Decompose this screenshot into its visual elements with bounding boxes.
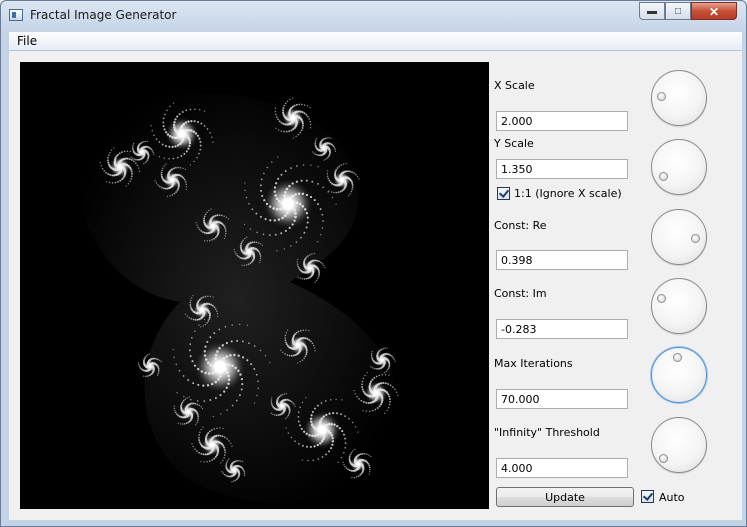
maximize-button[interactable]: □	[665, 2, 691, 20]
x-scale-input[interactable]	[496, 111, 628, 131]
app-window-icon[interactable]	[9, 9, 23, 21]
dial-notch	[657, 294, 666, 303]
window-title: Fractal Image Generator	[30, 8, 177, 22]
const-im-label: Const: Im	[494, 287, 547, 300]
fractal-canvas	[20, 62, 489, 509]
const-re-label: Const: Re	[494, 219, 547, 232]
auto-checkbox[interactable]	[641, 490, 654, 503]
auto-label: Auto	[659, 491, 685, 504]
app-window: Fractal Image Generator ▬ □ ✕ File X Sca…	[0, 0, 747, 527]
menu-file[interactable]: File	[17, 34, 37, 48]
dial-notch	[659, 454, 668, 463]
threshold-input[interactable]	[496, 458, 628, 478]
threshold-label: "Infinity" Threshold	[494, 426, 600, 439]
title-bar[interactable]: Fractal Image Generator ▬ □ ✕	[1, 1, 746, 31]
const-re-dial[interactable]	[651, 209, 707, 265]
y-scale-input[interactable]	[496, 159, 628, 179]
ignore-x-scale-checkbox[interactable]	[497, 187, 510, 200]
menu-bar: File	[9, 32, 742, 51]
y-scale-label: Y Scale	[494, 137, 534, 150]
fractal-image	[20, 62, 489, 509]
minimize-button[interactable]: ▬	[639, 2, 665, 20]
const-im-input[interactable]	[496, 319, 628, 339]
dial-notch	[673, 353, 682, 362]
threshold-dial[interactable]	[651, 417, 707, 473]
update-button[interactable]: Update	[496, 487, 634, 507]
const-re-input[interactable]	[496, 250, 628, 270]
max-iterations-label: Max Iterations	[494, 357, 573, 370]
max-iterations-input[interactable]	[496, 389, 628, 409]
close-button[interactable]: ✕	[691, 2, 737, 20]
max-iterations-dial[interactable]	[651, 347, 707, 403]
x-scale-label: X Scale	[494, 79, 535, 92]
dial-notch	[659, 172, 668, 181]
dial-notch	[657, 92, 666, 101]
ignore-x-scale-label: 1:1 (Ignore X scale)	[514, 187, 622, 200]
const-im-dial[interactable]	[651, 278, 707, 334]
x-scale-dial[interactable]	[651, 70, 707, 126]
client-area: X Scale Y Scale 1:1 (Ignore X scale) Con…	[9, 51, 742, 520]
y-scale-dial[interactable]	[651, 139, 707, 195]
dial-notch	[691, 234, 700, 243]
